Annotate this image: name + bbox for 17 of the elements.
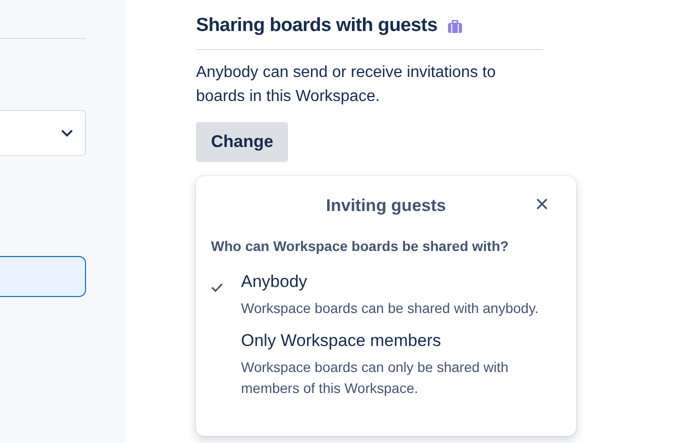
- briefcase-icon: [448, 20, 462, 32]
- change-button[interactable]: Change: [196, 122, 288, 162]
- input-field[interactable]: [0, 256, 86, 297]
- check-icon: [211, 283, 223, 292]
- section-description: Anybody can send or receive invitations to boards in this Workspace.: [196, 63, 497, 107]
- section-title: Sharing boards with guests: [196, 15, 438, 37]
- select-field[interactable]: [0, 110, 86, 156]
- option-description: Workspace boards can be shared with anybody.: [241, 299, 540, 318]
- question-label: Who can Workspace boards be shared with?: [211, 238, 510, 254]
- option-description: Workspace boards can only be shared with members of this Workspace.: [241, 358, 510, 398]
- popover-title: Inviting guests: [326, 196, 446, 216]
- option-item[interactable]: Only Workspace members Workspace boards can only be shared with members of this Workspace.: [211, 331, 561, 399]
- option-item[interactable]: Anybody Workspace boards can be shared with anybody.: [211, 272, 561, 319]
- option-label: Only Workspace members: [241, 331, 442, 351]
- option-label: Anybody: [241, 272, 308, 292]
- close-button[interactable]: ×: [530, 193, 553, 217]
- chevron-icon: [61, 129, 73, 137]
